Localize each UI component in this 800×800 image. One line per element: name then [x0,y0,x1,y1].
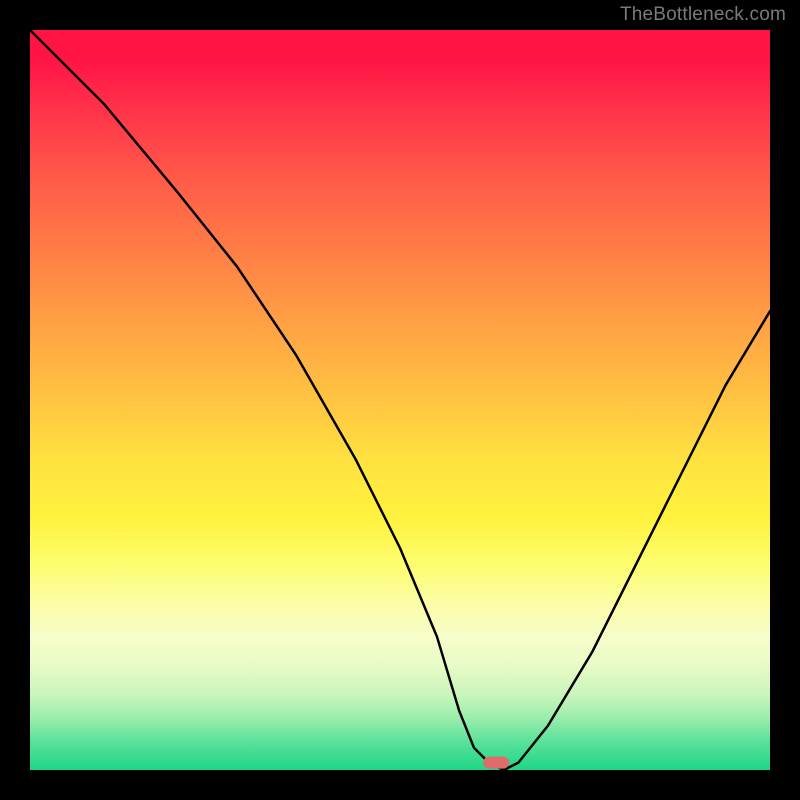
heat-gradient-background [30,30,770,770]
plot-area [30,30,770,770]
watermark-text: TheBottleneck.com [620,4,786,26]
chart-frame: TheBottleneck.com [0,0,800,800]
